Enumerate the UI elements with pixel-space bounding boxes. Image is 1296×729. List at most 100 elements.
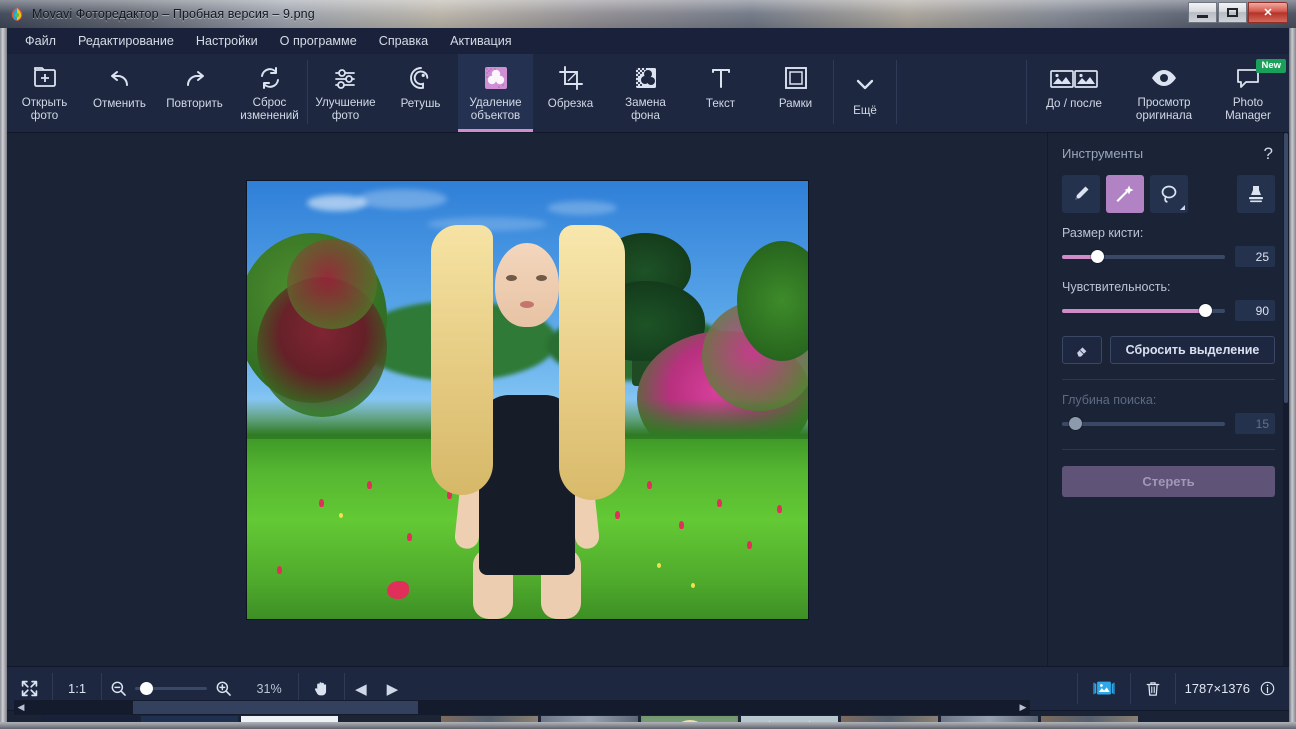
eraser-button[interactable] <box>1062 336 1102 364</box>
photo-manager-label-line1: Photo <box>1232 96 1264 109</box>
brush-size-knob[interactable] <box>1091 250 1105 263</box>
sensitivity-row: 90 <box>1062 300 1275 321</box>
bg-change-label-line2: фона <box>631 108 660 122</box>
enhance-label-line1: Улучшение <box>315 96 376 109</box>
sensitivity-fill <box>1062 308 1206 313</box>
sensitivity-value[interactable]: 90 <box>1235 300 1275 321</box>
lasso-expand-corner-icon[interactable] <box>1180 205 1185 210</box>
hscroll-right-arrow[interactable]: ▶ <box>1016 702 1030 713</box>
filmstrip-prev-arrow[interactable]: ‹ <box>7 711 41 722</box>
filmstrip-scrollbar[interactable]: ◀ ▶ <box>14 700 1030 715</box>
redo-icon <box>180 63 210 93</box>
hscroll-thumb[interactable] <box>133 701 418 714</box>
filmstrip-thumbnail[interactable] <box>541 716 638 722</box>
filmstrip-thumbnail[interactable] <box>741 716 838 722</box>
sensitivity-slider[interactable] <box>1062 304 1225 317</box>
search-depth-value: 15 <box>1235 413 1275 434</box>
open-photo-button[interactable]: Открыть фото <box>7 54 82 132</box>
view-original-button[interactable]: Просмотр оригинала <box>1121 54 1207 132</box>
before-after-label: До / после <box>1046 97 1102 110</box>
panel-scrollbar[interactable] <box>1283 133 1289 666</box>
undo-button[interactable]: Отменить <box>82 54 157 132</box>
brush-size-slider[interactable] <box>1062 250 1225 263</box>
before-after-icon <box>1048 63 1100 93</box>
adjust-sliders-icon <box>331 63 361 93</box>
app-root: Файл Редактирование Настройки О программ… <box>7 28 1289 722</box>
menu-item-about[interactable]: О программе <box>269 31 368 51</box>
help-button[interactable]: ? <box>1264 144 1273 164</box>
filmstrip-toggle-button[interactable] <box>1078 666 1130 711</box>
panel-scrollbar-thumb[interactable] <box>1284 133 1288 403</box>
text-button[interactable]: Текст <box>683 54 758 132</box>
canvas-area[interactable] <box>7 133 1047 666</box>
filmstrip-thumbnail[interactable] <box>141 716 238 722</box>
filmstrip-thumbnail[interactable] <box>241 716 338 722</box>
filmstrip-thumbnail[interactable] <box>41 716 138 722</box>
brush-size-value[interactable]: 25 <box>1235 246 1275 267</box>
enhance-photo-button[interactable]: Улучшение фото <box>308 54 383 132</box>
delete-image-button[interactable] <box>1131 666 1175 711</box>
magic-wand-tool-button[interactable] <box>1106 175 1144 213</box>
text-label: Текст <box>705 97 736 110</box>
actual-size-button[interactable]: 1:1 <box>53 681 101 696</box>
frames-label: Рамки <box>778 97 813 110</box>
filmstrip-thumbnail[interactable] <box>641 716 738 722</box>
menu-item-activation[interactable]: Активация <box>439 31 522 51</box>
sensitivity-knob[interactable] <box>1198 304 1212 317</box>
filmstrip-thumbnail[interactable] <box>841 716 938 722</box>
object-removal-button[interactable]: Удаление объектов <box>458 54 533 132</box>
filmstrip-thumbnail[interactable] <box>941 716 1038 722</box>
menu-item-edit[interactable]: Редактирование <box>67 31 185 51</box>
filmstrip-thumbnail[interactable] <box>341 716 438 722</box>
menu-item-settings[interactable]: Настройки <box>185 31 269 51</box>
selection-actions-row: Сбросить выделение <box>1062 336 1275 364</box>
window-left-border <box>0 28 7 722</box>
filmstrip-next-arrow[interactable]: › <box>1255 711 1289 722</box>
photo-manager-new-badge: New <box>1256 59 1286 73</box>
frames-button[interactable]: Рамки <box>758 54 833 132</box>
brush-size-row: 25 <box>1062 246 1275 267</box>
hscroll-track[interactable] <box>28 700 1016 715</box>
close-button[interactable]: ✕ <box>1248 2 1288 23</box>
sensitivity-label: Чувствительность: <box>1062 280 1171 294</box>
stamp-tool-button[interactable] <box>1237 175 1275 213</box>
filmstrip-thumbnail[interactable] <box>1041 716 1138 722</box>
zoom-percent-label: 31% <box>256 681 282 696</box>
filmstrip-thumbnail[interactable] <box>441 716 538 722</box>
toolbar-group-file: Открыть фото Отменить Повторить Сброс из… <box>7 54 307 132</box>
lasso-tool-button[interactable] <box>1150 175 1188 213</box>
object-removal-label-line1: Удаление <box>469 96 522 109</box>
search-depth-knob[interactable] <box>1068 417 1082 430</box>
view-original-label-line2: оригинала <box>1135 108 1193 122</box>
menu-item-help[interactable]: Справка <box>368 31 439 51</box>
enhance-label-line2: фото <box>331 108 360 122</box>
retouch-button[interactable]: Ретушь <box>383 54 458 132</box>
crop-button[interactable]: Обрезка <box>533 54 608 132</box>
background-change-button[interactable]: Замена фона <box>608 54 683 132</box>
zoom-slider-knob[interactable] <box>139 682 153 695</box>
tools-panel-title: Инструменты <box>1062 146 1144 161</box>
brush-size-label: Размер кисти: <box>1062 226 1144 240</box>
hair-front-right <box>559 224 625 500</box>
reset-changes-button[interactable]: Сброс изменений <box>232 54 307 132</box>
window-right-border <box>1289 28 1296 722</box>
photo-manager-button[interactable]: New Photo Manager <box>1207 54 1289 132</box>
erase-button[interactable]: Стереть <box>1062 466 1275 497</box>
maximize-button[interactable] <box>1218 2 1247 23</box>
before-after-button[interactable]: До / после <box>1027 54 1121 132</box>
workspace: Инструменты ? Размер кисти: 25 Чувствите… <box>7 133 1289 666</box>
app-logo-icon <box>9 6 25 22</box>
photo-canvas[interactable] <box>246 180 808 619</box>
minimize-button[interactable] <box>1188 2 1217 23</box>
zoom-slider[interactable] <box>135 682 208 695</box>
reset-selection-button[interactable]: Сбросить выделение <box>1110 336 1275 364</box>
menu-item-file[interactable]: Файл <box>14 31 67 51</box>
brush-tool-button[interactable] <box>1062 175 1100 213</box>
reset-label-line1: Сброс <box>252 96 287 109</box>
image-info-button[interactable] <box>1259 666 1289 711</box>
redo-button[interactable]: Повторить <box>157 54 232 132</box>
panel-divider <box>1062 379 1275 380</box>
search-depth-slider[interactable] <box>1062 417 1225 430</box>
more-button[interactable]: Ещё <box>834 54 896 132</box>
